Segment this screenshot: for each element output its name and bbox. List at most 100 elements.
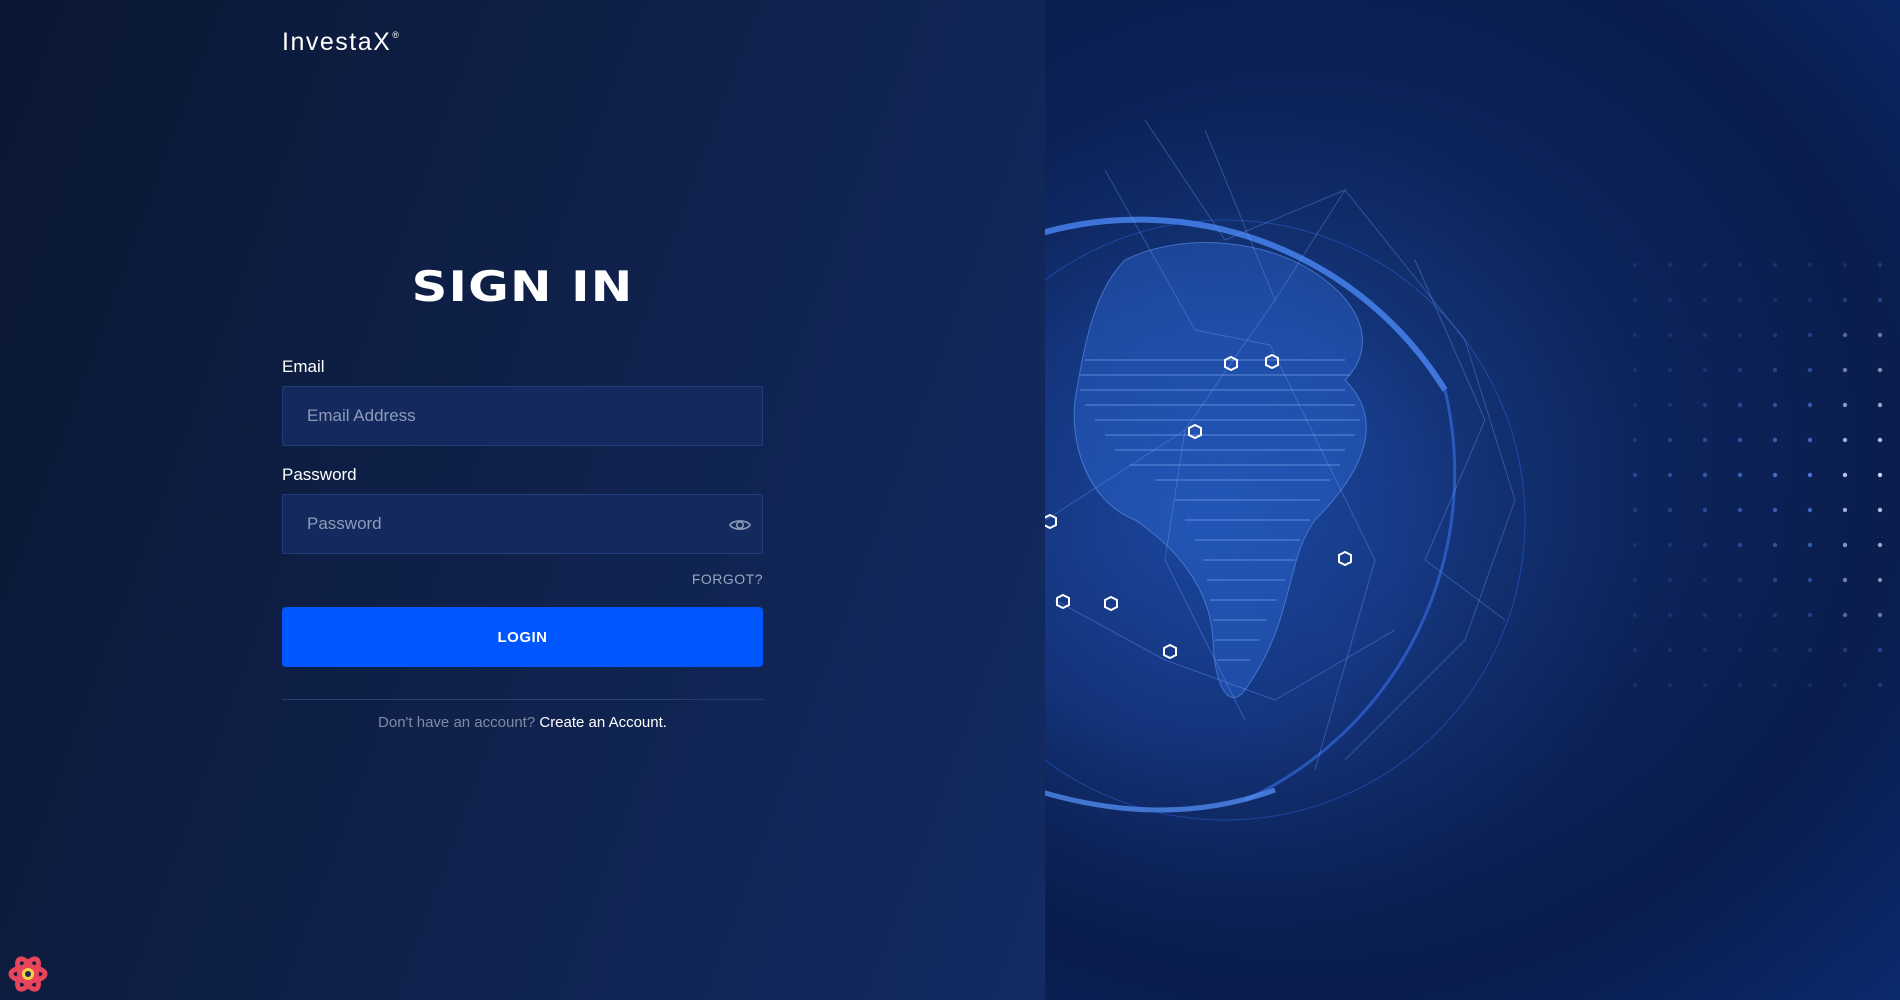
decor-dot	[1667, 647, 1673, 653]
decor-dot	[1877, 612, 1883, 618]
decor-dot	[1737, 402, 1743, 408]
decor-dot	[1807, 367, 1813, 373]
divider	[282, 699, 763, 700]
decor-dot	[1667, 612, 1673, 618]
login-button[interactable]: LOGIN	[282, 607, 763, 667]
decor-dot	[1842, 367, 1848, 373]
decor-dot	[1702, 297, 1708, 303]
decor-dot	[1807, 647, 1813, 653]
decor-dot	[1737, 542, 1743, 548]
decor-dot	[1667, 577, 1673, 583]
email-field-box	[282, 386, 763, 446]
password-input[interactable]	[283, 495, 762, 553]
decor-dot	[1842, 507, 1848, 513]
decor-dot	[1772, 507, 1778, 513]
decor-dot	[1667, 542, 1673, 548]
decor-dot	[1667, 472, 1673, 478]
decor-dot	[1772, 262, 1778, 268]
signup-prompt: Don't have an account? Create an Account…	[282, 714, 763, 731]
decor-dot	[1772, 297, 1778, 303]
decor-dot	[1842, 332, 1848, 338]
decor-dot	[1632, 542, 1638, 548]
decor-dot	[1702, 682, 1708, 688]
decor-dot	[1737, 367, 1743, 373]
decor-dot	[1842, 297, 1848, 303]
decor-dot	[1702, 647, 1708, 653]
decor-dot	[1772, 647, 1778, 653]
decor-dot	[1807, 262, 1813, 268]
decor-dot	[1842, 472, 1848, 478]
decor-dot	[1702, 577, 1708, 583]
decor-dot	[1842, 262, 1848, 268]
decor-dot	[1842, 682, 1848, 688]
signup-prompt-text: Don't have an account?	[378, 714, 536, 731]
decor-dot	[1877, 367, 1883, 373]
decor-dot	[1737, 437, 1743, 443]
decor-dot	[1877, 542, 1883, 548]
decor-dot	[1877, 262, 1883, 268]
decor-dot	[1737, 297, 1743, 303]
decor-dot	[1667, 437, 1673, 443]
decor-dot	[1632, 402, 1638, 408]
decor-dot	[1737, 507, 1743, 513]
email-label: Email	[282, 357, 325, 376]
decor-dot	[1877, 577, 1883, 583]
hero-panel	[1045, 0, 1900, 1000]
brand-logo: InvestaX®	[282, 28, 400, 57]
decor-dot	[1632, 332, 1638, 338]
password-field-box	[282, 494, 763, 554]
decor-dot	[1807, 332, 1813, 338]
decor-dot	[1632, 577, 1638, 583]
decor-dot	[1737, 682, 1743, 688]
create-account-link[interactable]: Create an Account.	[539, 714, 667, 731]
decor-dot	[1842, 542, 1848, 548]
decor-dot	[1772, 682, 1778, 688]
decor-dot	[1807, 402, 1813, 408]
forgot-password-link[interactable]: FORGOT?	[282, 571, 763, 587]
decor-dot	[1667, 262, 1673, 268]
decor-dot	[1702, 367, 1708, 373]
decor-dot	[1737, 472, 1743, 478]
decor-dot	[1877, 297, 1883, 303]
decor-dot	[1667, 332, 1673, 338]
decor-dot	[1772, 472, 1778, 478]
decor-dot	[1702, 332, 1708, 338]
decor-dot	[1702, 262, 1708, 268]
decor-dot	[1632, 647, 1638, 653]
brand-name: InvestaX	[282, 28, 392, 56]
decor-dot	[1772, 402, 1778, 408]
decor-dot	[1842, 647, 1848, 653]
react-devtools-icon[interactable]	[8, 954, 48, 994]
decor-dot	[1667, 297, 1673, 303]
decor-dot	[1702, 437, 1708, 443]
decor-dot	[1807, 507, 1813, 513]
decor-dot	[1632, 297, 1638, 303]
eye-icon[interactable]	[728, 513, 752, 537]
decor-dot	[1772, 577, 1778, 583]
decor-dot	[1632, 612, 1638, 618]
decor-dot	[1877, 437, 1883, 443]
decor-dot	[1632, 262, 1638, 268]
decor-dot	[1632, 367, 1638, 373]
decor-dot	[1737, 612, 1743, 618]
decor-dot	[1877, 682, 1883, 688]
decor-dot	[1877, 507, 1883, 513]
decor-dot	[1702, 612, 1708, 618]
email-input[interactable]	[283, 387, 762, 445]
page-title: SIGN IN	[411, 262, 634, 311]
decor-dot	[1877, 332, 1883, 338]
decor-dot	[1772, 367, 1778, 373]
decor-dot	[1842, 437, 1848, 443]
decor-dot	[1877, 647, 1883, 653]
decor-dot	[1667, 402, 1673, 408]
decor-dot	[1632, 437, 1638, 443]
decor-dot	[1807, 297, 1813, 303]
decor-dot	[1807, 612, 1813, 618]
decor-dot	[1842, 612, 1848, 618]
digital-globe-illustration	[1045, 100, 1883, 940]
decor-dot	[1632, 682, 1638, 688]
decor-dot	[1632, 507, 1638, 513]
decor-dot	[1772, 542, 1778, 548]
decor-dot	[1632, 472, 1638, 478]
decor-dot	[1702, 402, 1708, 408]
